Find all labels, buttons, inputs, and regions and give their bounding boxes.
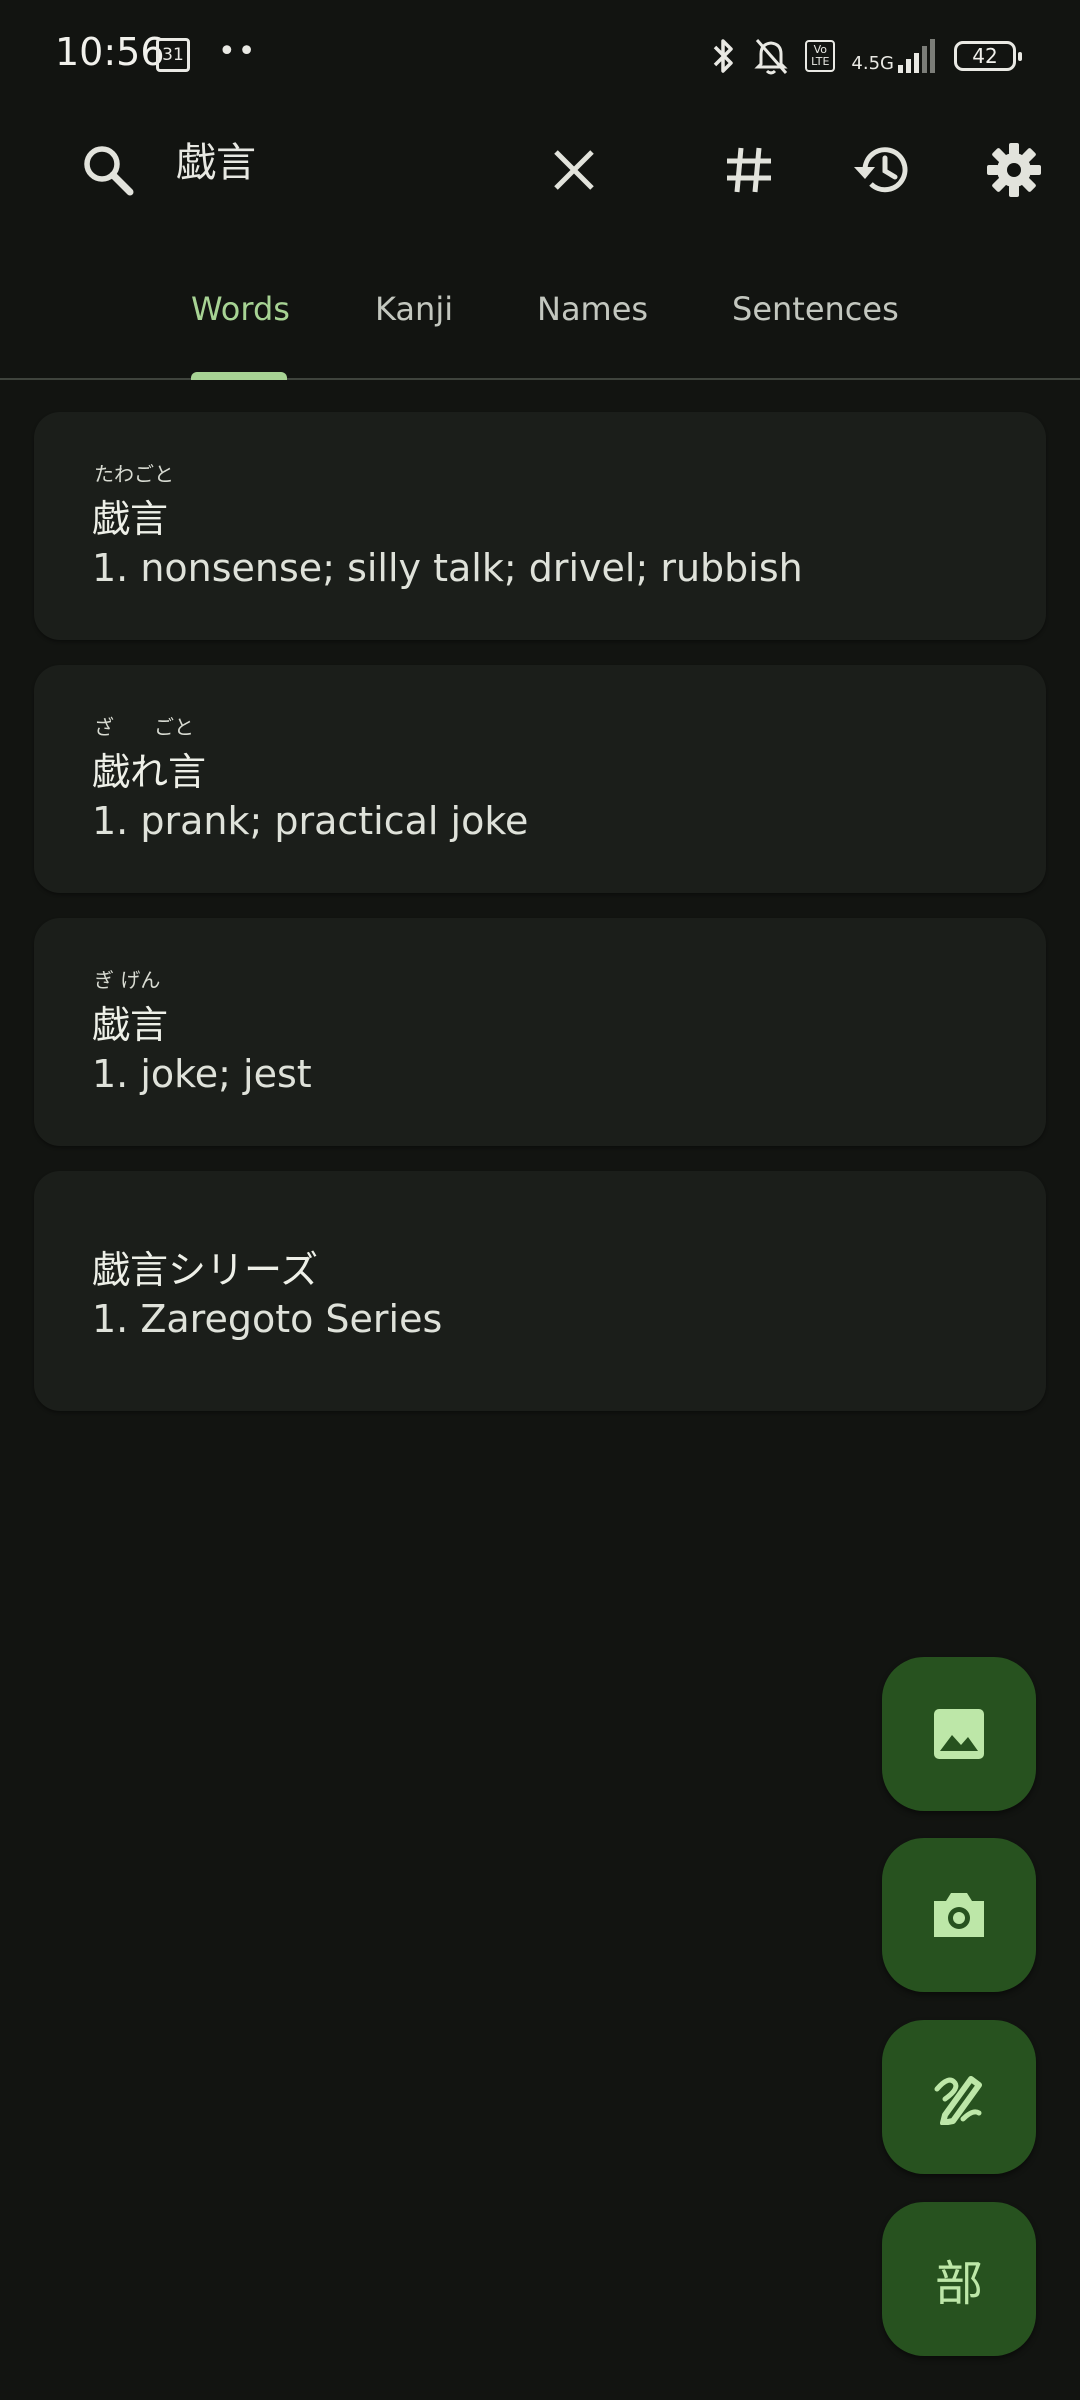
tab-bar: Words Kanji Names Sentences <box>0 262 1080 380</box>
battery-icon: 42 <box>954 41 1022 71</box>
clear-icon[interactable] <box>534 130 614 210</box>
camera-search-button[interactable] <box>882 1838 1036 1992</box>
status-bar: 10:56 31 •• Vo LTE 4.5G 42 <box>0 0 1080 112</box>
headword: 戯れ言 <box>92 750 207 794</box>
volte-icon: Vo LTE <box>805 40 836 72</box>
search-input[interactable]: 戯言 <box>176 130 256 188</box>
result-card[interactable]: ぎ げん 戯言 1. joke; jest <box>34 918 1046 1146</box>
calendar-icon: 31 <box>156 38 190 72</box>
camera-icon <box>934 1893 984 1937</box>
image-search-button[interactable] <box>882 1657 1036 1811</box>
network-indicator: 4.5G <box>851 39 938 73</box>
headword: 戯言 <box>92 497 169 541</box>
tab-sentences[interactable]: Sentences <box>732 290 899 328</box>
meaning: 1. Zaregoto Series <box>92 1297 443 1341</box>
furigana: ぎ げん <box>94 968 161 992</box>
tab-kanji[interactable]: Kanji <box>375 290 453 328</box>
notification-dots: •• <box>218 34 258 69</box>
meaning: 1. prank; practical joke <box>92 799 529 843</box>
handwriting-button[interactable] <box>882 2020 1036 2174</box>
active-tab-indicator <box>191 372 287 380</box>
furigana: ざ ごと <box>94 715 194 739</box>
meaning: 1. nonsense; silly talk; drivel; rubbish <box>92 546 803 590</box>
furigana: たわごと <box>94 462 174 486</box>
result-card[interactable]: 戯言シリーズ 1. Zaregoto Series <box>34 1171 1046 1411</box>
bell-off-icon <box>754 39 788 75</box>
radical-search-button[interactable]: 部 <box>882 2202 1036 2356</box>
image-icon <box>934 1709 984 1759</box>
network-type: 4.5G <box>851 53 894 74</box>
bluetooth-icon <box>713 39 733 73</box>
hashtag-icon[interactable] <box>709 130 789 210</box>
tab-names[interactable]: Names <box>537 290 648 328</box>
status-icons: Vo LTE 4.5G 42 <box>711 34 1022 78</box>
headword: 戯言シリーズ <box>92 1248 319 1292</box>
result-card[interactable]: ざ ごと 戯れ言 1. prank; practical joke <box>34 665 1046 893</box>
radical-label: 部 <box>934 2256 983 2312</box>
headword: 戯言 <box>92 1003 169 1047</box>
signal-icon <box>898 39 935 73</box>
status-time: 10:56 <box>55 30 165 74</box>
gear-icon[interactable] <box>974 130 1054 210</box>
search-bar: 戯言 <box>0 112 1080 232</box>
draw-icon <box>934 2076 982 2125</box>
history-icon[interactable] <box>842 130 922 210</box>
result-card[interactable]: たわごと 戯言 1. nonsense; silly talk; drivel;… <box>34 412 1046 640</box>
search-icon[interactable] <box>68 130 148 210</box>
tab-words[interactable]: Words <box>191 290 290 328</box>
meaning: 1. joke; jest <box>92 1052 312 1096</box>
